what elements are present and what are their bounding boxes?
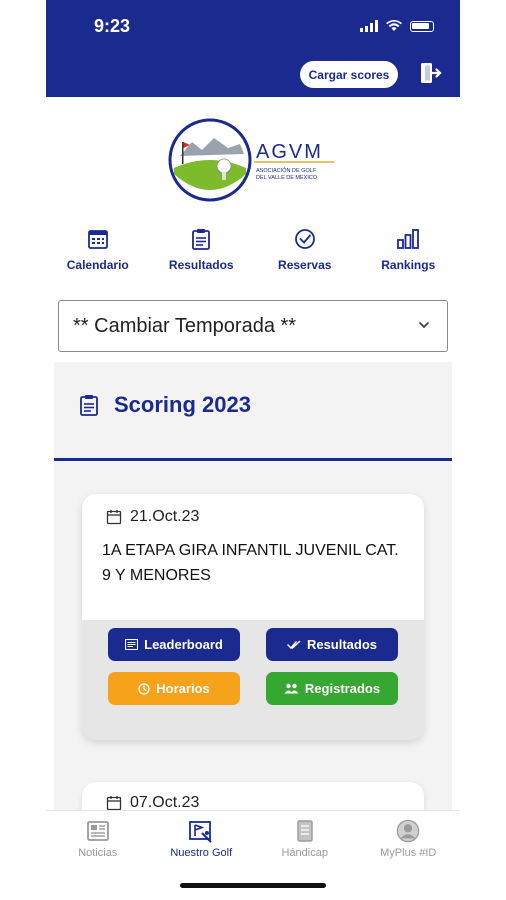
leaderboard-icon <box>125 639 139 650</box>
bar-chart-icon <box>397 229 420 249</box>
home-indicator <box>180 883 326 888</box>
calendar-icon <box>87 230 108 249</box>
user-icon <box>396 819 420 843</box>
nav-calendario[interactable]: Calendario <box>50 228 146 278</box>
event-card: 21.Oct.23 1A ETAPA GIRA INFANTIL JUVENIL… <box>82 494 424 740</box>
tab-myplus[interactable]: MyPlus #ID <box>360 819 456 900</box>
nav-label-resultados: Resultados <box>168 258 234 272</box>
section-header: Scoring 2023 <box>78 392 251 418</box>
nav-label-calendario: Calendario <box>66 258 129 272</box>
nav-reservas[interactable]: Reservas <box>257 228 353 278</box>
logo-subtitle-2: DEL VALLE DE MÉXICO <box>256 174 318 181</box>
logo-brand: AGVM <box>256 141 323 163</box>
scorecard-icon <box>297 820 313 842</box>
nav-rankings[interactable]: Rankings <box>360 228 456 278</box>
event-card-info: 21.Oct.23 1A ETAPA GIRA INFANTIL JUVENIL… <box>82 494 424 620</box>
clipboard-icon <box>192 229 211 250</box>
calendar-icon <box>106 510 122 525</box>
event-date: 21.Oct.23 <box>106 508 199 526</box>
load-scores-button[interactable]: Cargar scores <box>300 61 398 88</box>
agvm-logo: AGVM ASOCIACIÓN DE GOLF DEL VALLE DE MÉX… <box>168 118 338 204</box>
nav-label-rankings: Rankings <box>381 258 436 272</box>
tab-label-noticias: Noticias <box>78 847 118 859</box>
agvm-logo-graphic: AGVM ASOCIACIÓN DE GOLF DEL VALLE DE MÉX… <box>168 118 334 202</box>
wifi-icon <box>386 20 402 31</box>
registered-label: Registrados <box>304 681 381 696</box>
top-bar: 9:23 Cargar scores <box>46 0 460 97</box>
tab-noticias[interactable]: Noticias <box>50 819 146 900</box>
tab-label-nuestro-golf: Nuestro Golf <box>170 847 233 859</box>
tab-label-handicap: Hándicap <box>281 847 328 859</box>
section-title: Scoring 2023 <box>114 392 251 417</box>
season-select-value: ** Cambiar Temporada ** <box>73 314 297 337</box>
clock-icon <box>138 682 150 695</box>
schedule-label: Horarios <box>156 681 210 696</box>
event-title: 1A ETAPA GIRA INFANTIL JUVENIL CAT. 9 Y … <box>102 542 399 584</box>
battery-icon <box>410 20 434 32</box>
users-icon <box>284 683 299 694</box>
section-divider <box>54 458 452 461</box>
quick-nav: Calendario Resultados Reservas Rankings <box>46 228 460 278</box>
results-button[interactable]: Resultados <box>266 628 398 661</box>
scoring-section: Scoring 2023 21.Oct.23 1A ETAPA GIRA INF… <box>54 362 452 842</box>
status-time: 9:23 <box>94 16 131 36</box>
logout-icon[interactable] <box>418 61 442 85</box>
results-label: Resultados <box>306 637 378 652</box>
chevron-down-icon <box>419 322 429 329</box>
schedule-button[interactable]: Horarios <box>108 672 240 705</box>
logo-subtitle-1: ASOCIACIÓN DE GOLF <box>256 167 317 174</box>
season-select[interactable]: ** Cambiar Temporada ** <box>58 300 448 352</box>
tab-label-myplus: MyPlus #ID <box>380 847 437 859</box>
newspaper-icon <box>86 821 109 841</box>
registered-button[interactable]: Registrados <box>266 672 398 705</box>
event-date-text: 21.Oct.23 <box>130 508 200 525</box>
golf-flag-icon <box>189 821 213 843</box>
nav-resultados[interactable]: Resultados <box>153 228 249 278</box>
check-double-icon <box>287 640 301 649</box>
status-icons <box>360 20 434 32</box>
leaderboard-button[interactable]: Leaderboard <box>108 628 240 661</box>
nav-label-reservas: Reservas <box>278 258 332 272</box>
clipboard-icon <box>80 395 98 416</box>
signal-icon <box>360 20 378 32</box>
app-screen: 9:23 Cargar scores AGVM ASOCIACIÓN DE GO… <box>46 0 460 900</box>
leaderboard-label: Leaderboard <box>144 637 223 652</box>
check-circle-icon <box>294 229 315 249</box>
calendar-icon <box>106 796 122 811</box>
